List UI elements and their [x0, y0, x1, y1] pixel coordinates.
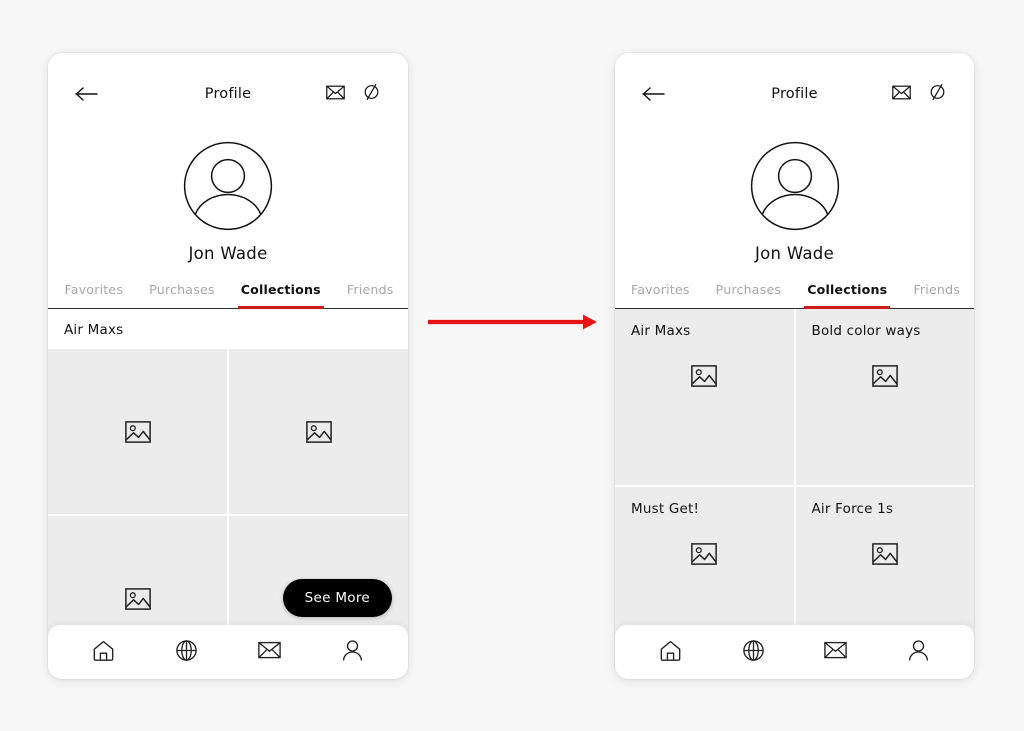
tab-purchases[interactable]: Purchases: [149, 282, 215, 308]
home-glyph: [660, 640, 681, 661]
collection-section-title: Air Maxs: [64, 322, 124, 338]
slashed-circle-icon[interactable]: [927, 83, 948, 105]
home-icon[interactable]: [659, 639, 682, 666]
user-avatar-icon: [183, 141, 273, 235]
tab-favorites[interactable]: Favorites: [64, 282, 123, 308]
tab-friends[interactable]: Friends: [347, 282, 394, 308]
back-arrow-icon[interactable]: [641, 81, 667, 107]
image-placeholder-glyph: [871, 365, 898, 387]
slashed-circle-glyph: [364, 84, 379, 100]
profile-block: Jon Wade: [615, 135, 974, 263]
tab-purchases[interactable]: Purchases: [716, 282, 782, 308]
image-placeholder-icon: [691, 543, 718, 569]
bottom-nav-bar: [48, 625, 408, 679]
profile-block: Jon Wade: [48, 135, 408, 263]
bottom-nav-bar: [615, 625, 974, 679]
profile-name: Jon Wade: [754, 244, 835, 263]
image-placeholder-glyph: [871, 543, 898, 565]
collection-tile[interactable]: [229, 349, 408, 514]
image-placeholder-glyph: [124, 421, 151, 443]
tab-collections[interactable]: Collections: [804, 282, 891, 310]
image-placeholder-glyph: [305, 421, 332, 443]
collection-tile[interactable]: [48, 349, 227, 514]
globe-icon[interactable]: [742, 639, 765, 666]
collections-body: Air Maxs Bold color ways Must Get! Air F…: [615, 309, 974, 679]
person-glyph: [909, 639, 929, 661]
image-placeholder-icon: [124, 588, 151, 614]
image-placeholder-glyph: [691, 543, 718, 565]
avatar-glyph: [183, 141, 273, 231]
home-glyph: [93, 640, 114, 661]
globe-glyph: [742, 639, 764, 661]
profile-tabs: Favorites Purchases Collections Friends: [615, 282, 974, 310]
envelope-icon[interactable]: [824, 641, 848, 663]
phone-screen-before: Profile Jon Wade Favorites Purchases Col…: [48, 53, 408, 679]
image-placeholder-icon: [305, 421, 332, 447]
tab-favorites[interactable]: Favorites: [631, 282, 690, 308]
top-bar: Profile: [615, 53, 974, 135]
collections-grid: Air Maxs Bold color ways Must Get! Air F…: [615, 309, 974, 663]
phone-screen-after: Profile Jon Wade Favorites Purchases Col…: [615, 53, 974, 679]
envelope-icon[interactable]: [326, 85, 345, 104]
globe-glyph: [176, 639, 197, 661]
image-placeholder-icon: [871, 365, 898, 391]
collection-tile[interactable]: Bold color ways: [795, 309, 974, 485]
back-arrow-glyph: [642, 87, 665, 101]
image-placeholder-glyph: [691, 365, 718, 387]
image-placeholder-glyph: [124, 588, 151, 610]
person-icon[interactable]: [907, 639, 930, 666]
top-bar-actions: [326, 83, 382, 105]
collection-tile-label: Air Force 1s: [811, 501, 894, 517]
globe-icon[interactable]: [175, 639, 198, 666]
profile-name: Jon Wade: [188, 244, 268, 263]
envelope-glyph: [258, 641, 281, 659]
top-bar-actions: [892, 83, 948, 105]
collection-tile-label: Bold color ways: [811, 323, 921, 339]
avatar-glyph: [750, 141, 839, 231]
profile-tabs: Favorites Purchases Collections Friends: [48, 282, 408, 310]
person-glyph: [342, 639, 363, 661]
slashed-circle-glyph: [930, 84, 945, 100]
envelope-glyph: [824, 641, 848, 659]
see-more-button[interactable]: See More: [282, 579, 392, 617]
user-avatar-icon: [750, 141, 840, 235]
envelope-icon[interactable]: [892, 85, 911, 104]
back-arrow-icon[interactable]: [74, 81, 100, 107]
slashed-circle-icon[interactable]: [361, 83, 382, 105]
image-placeholder-icon: [871, 543, 898, 569]
person-icon[interactable]: [341, 639, 364, 666]
envelope-glyph: [892, 85, 911, 99]
image-placeholder-icon: [124, 421, 151, 447]
envelope-icon[interactable]: [258, 641, 281, 663]
tab-friends[interactable]: Friends: [913, 282, 960, 308]
envelope-glyph: [326, 85, 345, 99]
image-placeholder-icon: [691, 365, 718, 391]
top-bar: Profile: [48, 53, 408, 135]
red-right-arrow: [428, 314, 597, 330]
collection-tile-label: Air Maxs: [631, 323, 691, 339]
collection-tile-label: Must Get!: [631, 501, 700, 517]
collection-tile[interactable]: Air Maxs: [615, 309, 794, 485]
collections-body: Air Maxs See More: [48, 309, 408, 679]
home-icon[interactable]: [92, 639, 115, 666]
tab-collections[interactable]: Collections: [237, 282, 325, 310]
back-arrow-glyph: [75, 87, 98, 101]
